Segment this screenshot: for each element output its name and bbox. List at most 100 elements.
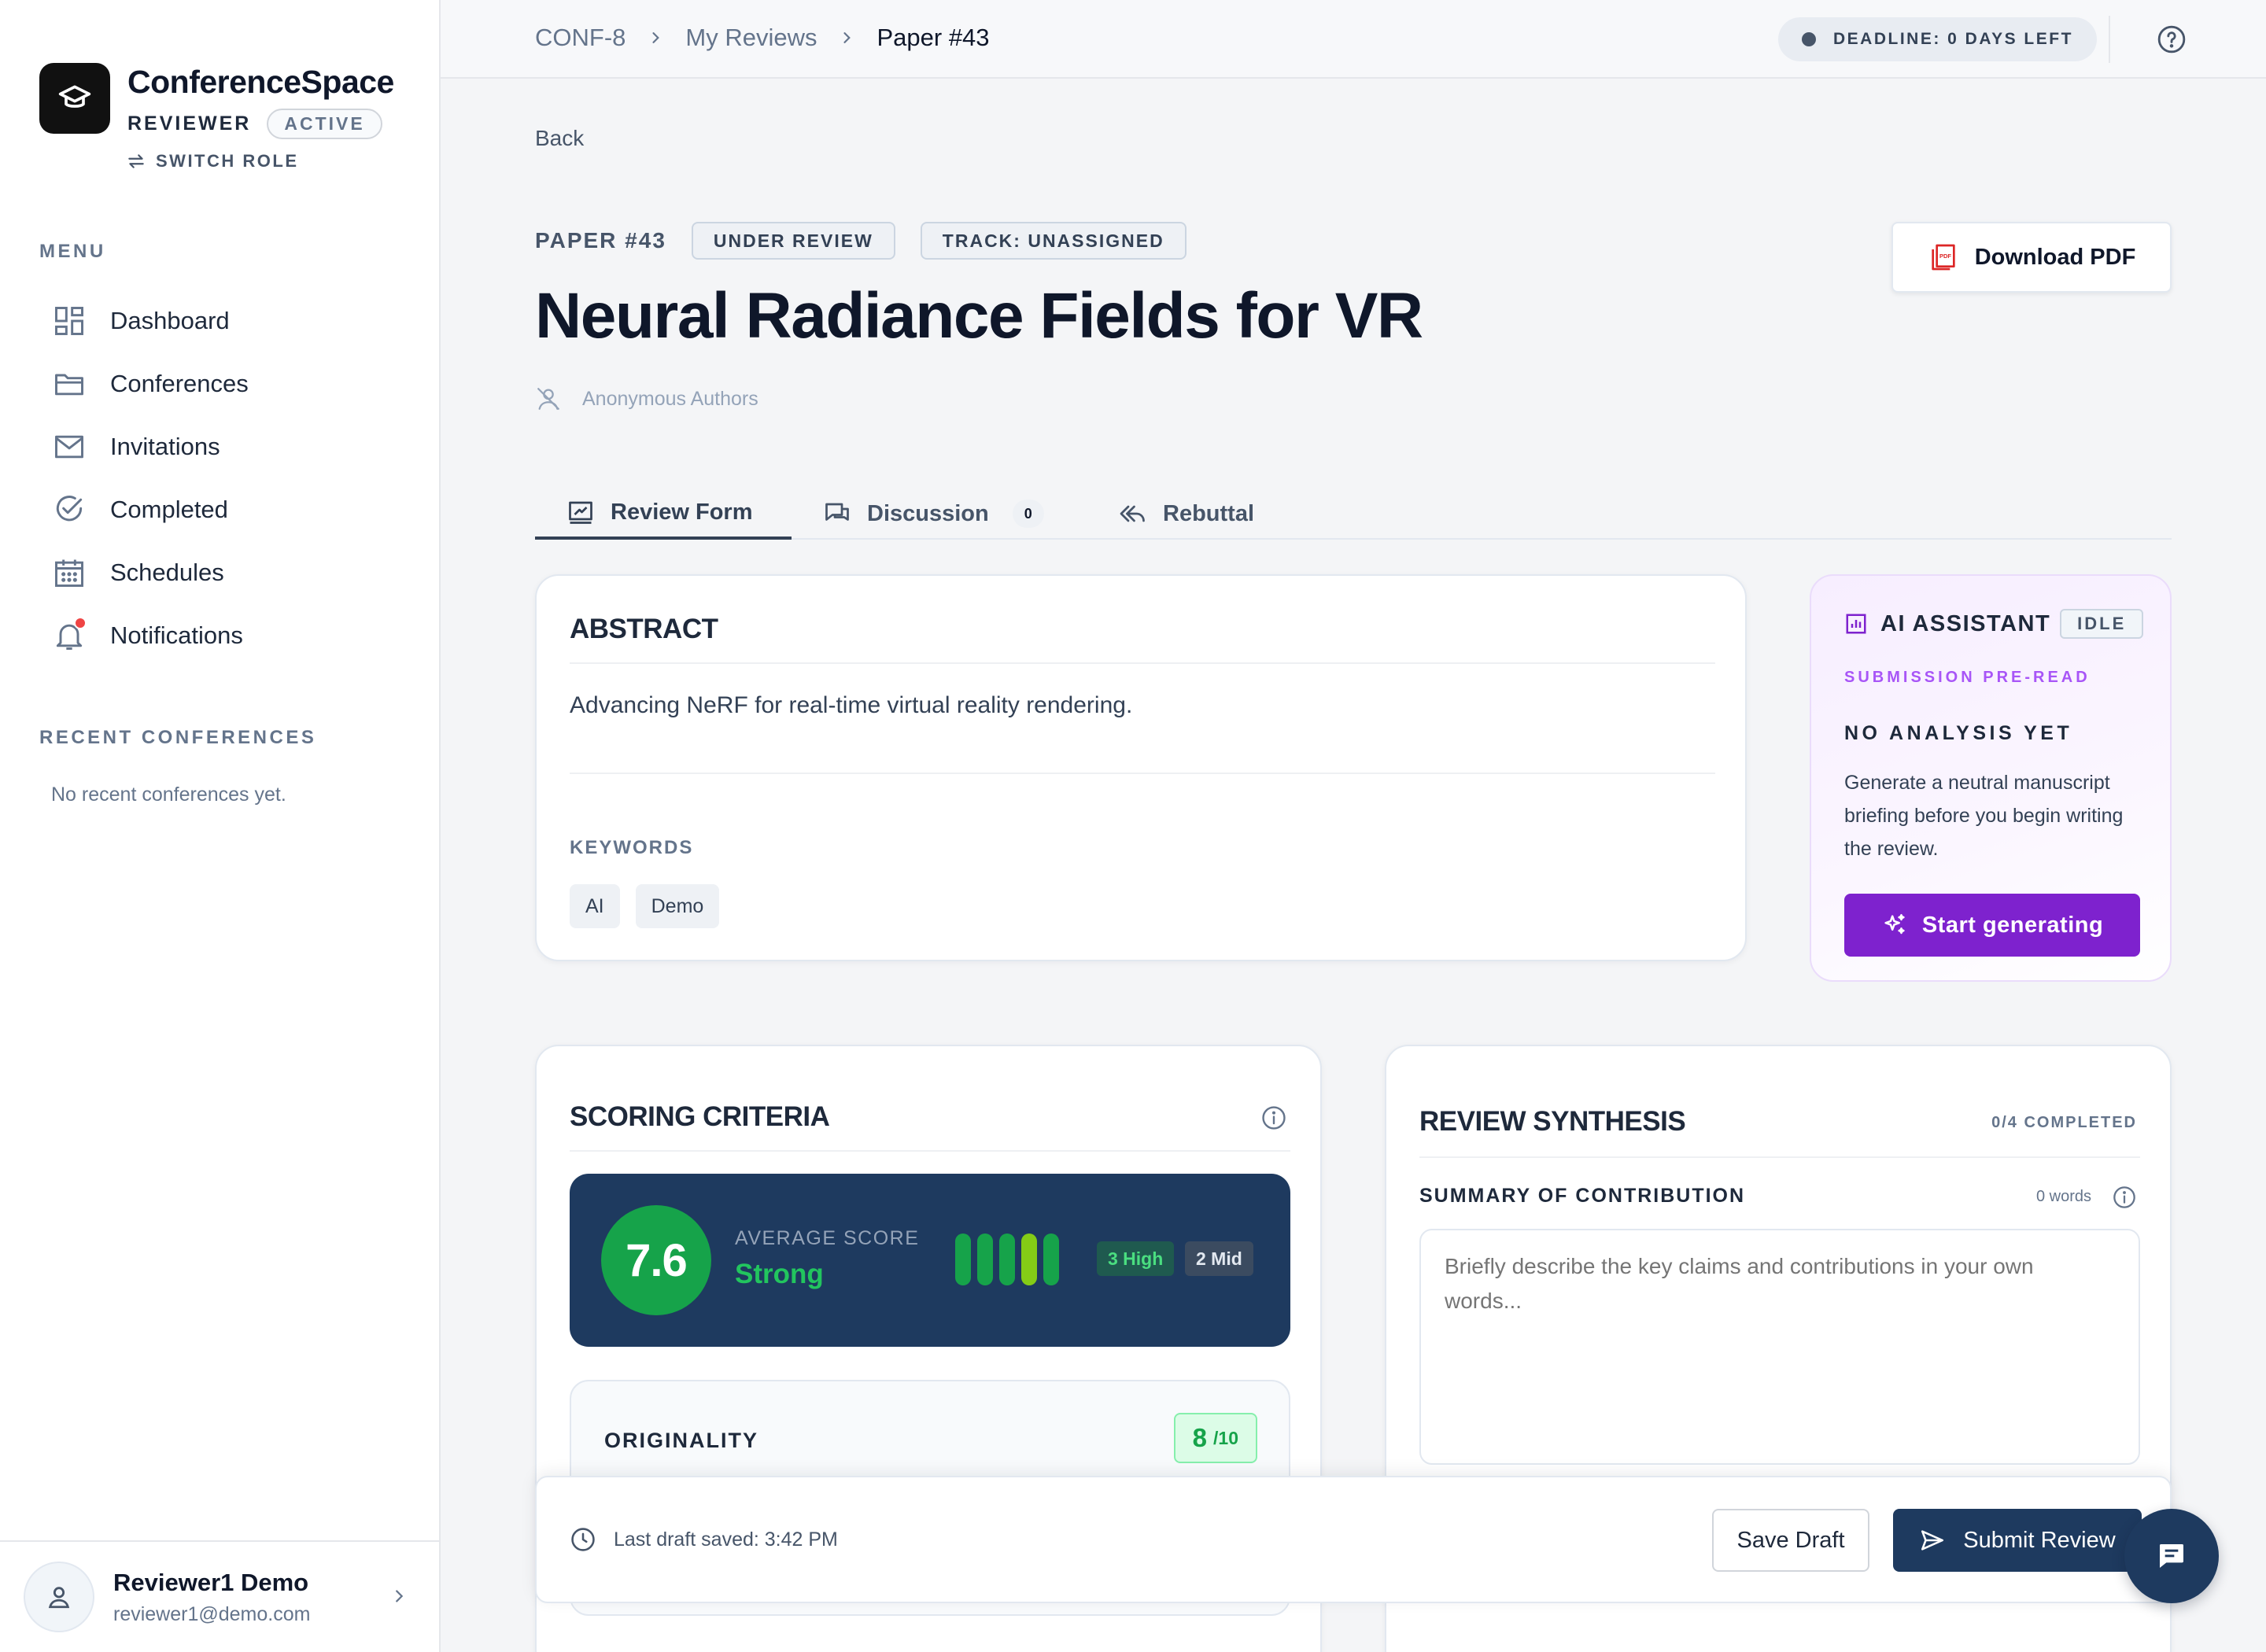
paper-id: PAPER #43 xyxy=(535,228,666,253)
score-bar xyxy=(977,1233,993,1285)
sidebar-item-dashboard[interactable]: Dashboard xyxy=(39,289,409,352)
authors: Anonymous Authors xyxy=(535,385,758,412)
user-name: Reviewer1 Demo xyxy=(113,1568,309,1596)
divider xyxy=(570,662,1715,664)
mail-icon xyxy=(52,430,87,464)
ai-empty-title: NO ANALYSIS YET xyxy=(1844,722,2073,744)
sidebar-item-label: Invitations xyxy=(110,433,220,460)
download-pdf-button[interactable]: PDF Download PDF xyxy=(1891,222,2172,293)
back-link[interactable]: Back xyxy=(535,126,584,151)
menu-section-label: MENU xyxy=(39,241,106,262)
sidebar-nav: Dashboard Conferences Invitations Comple… xyxy=(39,289,409,667)
start-generating-button[interactable]: Start generating xyxy=(1844,894,2140,957)
save-draft-button[interactable]: Save Draft xyxy=(1712,1509,1869,1572)
user-profile-card[interactable]: Reviewer1 Demo reviewer1@demo.com xyxy=(0,1540,439,1652)
sidebar: ConferenceSpace REVIEWER ACTIVE SWITCH R… xyxy=(0,0,441,1652)
deadline-badge: DEADLINE: 0 DAYS LEFT xyxy=(1778,17,2097,61)
mid-count-badge: 2 Mid xyxy=(1185,1241,1253,1276)
switch-role-button[interactable]: SWITCH ROLE xyxy=(126,151,299,171)
synthesis-progress: 0/4 COMPLETED xyxy=(1991,1114,2137,1131)
tab-label: Discussion xyxy=(867,500,989,526)
chevron-right-icon xyxy=(390,1587,408,1605)
swap-arrows-icon xyxy=(128,154,144,168)
sidebar-item-label: Conferences xyxy=(110,370,249,397)
bar-chart-icon xyxy=(1846,614,1866,634)
start-generating-label: Start generating xyxy=(1921,912,2104,938)
synthesis-title: REVIEW SYNTHESIS xyxy=(1419,1106,1686,1137)
average-score-verdict: Strong xyxy=(735,1259,824,1289)
sidebar-item-label: Dashboard xyxy=(110,307,230,334)
chat-bubbles-icon xyxy=(825,503,849,521)
sidebar-item-label: Schedules xyxy=(110,559,224,586)
tab-label: Review Form xyxy=(611,499,753,525)
chat-icon xyxy=(2160,1544,2183,1568)
download-pdf-label: Download PDF xyxy=(1974,244,2136,270)
abstract-title: ABSTRACT xyxy=(570,614,718,644)
notification-alert-dot xyxy=(74,617,87,629)
avatar xyxy=(24,1562,94,1632)
keyword-tag: AI xyxy=(570,884,620,928)
chevron-right-icon xyxy=(839,30,854,46)
score-bar xyxy=(1043,1233,1059,1285)
info-icon[interactable] xyxy=(2112,1185,2137,1210)
deadline-text: DEADLINE: 0 DAYS LEFT xyxy=(1833,30,2073,48)
criterion-score-badge[interactable]: 8 /10 xyxy=(1173,1413,1257,1463)
divider xyxy=(570,773,1715,774)
tab-label: Rebuttal xyxy=(1163,500,1254,526)
tab-review-form[interactable]: Review Form xyxy=(535,488,792,540)
ai-status-badge: IDLE xyxy=(2060,609,2144,639)
score-bar xyxy=(999,1233,1015,1285)
score-distribution-bars xyxy=(955,1233,1065,1285)
calendar-icon xyxy=(52,555,87,590)
authors-label: Anonymous Authors xyxy=(582,387,758,410)
review-form-icon xyxy=(569,501,592,524)
user-hidden-icon xyxy=(537,388,559,410)
graduation-cap-icon xyxy=(39,63,110,134)
status-badge: UNDER REVIEW xyxy=(691,222,895,260)
breadcrumb-item-my-reviews[interactable]: My Reviews xyxy=(685,24,817,52)
sidebar-item-invitations[interactable]: Invitations xyxy=(39,415,409,478)
brand-name: ConferenceSpace xyxy=(127,64,394,100)
switch-role-label: SWITCH ROLE xyxy=(156,151,299,171)
score-bar xyxy=(955,1233,971,1285)
dashboard-icon xyxy=(52,304,87,338)
info-icon[interactable] xyxy=(1260,1104,1287,1131)
clock-icon xyxy=(571,1528,595,1551)
breadcrumb-item-conference[interactable]: CONF-8 xyxy=(535,24,626,52)
tab-discussion[interactable]: Discussion 0 xyxy=(823,488,1044,540)
keywords-label: KEYWORDS xyxy=(570,837,694,858)
chat-fab-button[interactable] xyxy=(2124,1509,2219,1603)
paper-meta: PAPER #43 UNDER REVIEW TRACK: UNASSIGNED xyxy=(535,222,1212,260)
criterion-name: ORIGINALITY xyxy=(604,1429,758,1452)
role-status-badge: ACTIVE xyxy=(267,109,382,139)
brand: ConferenceSpace REVIEWER ACTIVE xyxy=(39,63,394,139)
svg-text:PDF: PDF xyxy=(1939,253,1951,260)
keywords-list: AI Demo xyxy=(570,884,735,928)
sidebar-item-schedules[interactable]: Schedules xyxy=(39,541,409,604)
status-dot xyxy=(1802,32,1816,46)
pdf-file-icon: PDF xyxy=(1932,244,1955,271)
bell-icon xyxy=(52,617,87,653)
average-score-value: 7.6 xyxy=(601,1205,711,1315)
abstract-card: ABSTRACT Advancing NeRF for real-time vi… xyxy=(535,574,1747,961)
tab-rebuttal[interactable]: Rebuttal xyxy=(1119,488,1254,540)
recent-conferences-label: RECENT CONFERENCES xyxy=(39,727,317,748)
keyword-tag: Demo xyxy=(635,884,720,928)
average-score-panel: 7.6 AVERAGE SCORE Strong 3 High 2 Mid xyxy=(570,1174,1290,1347)
sidebar-item-completed[interactable]: Completed xyxy=(39,478,409,541)
abstract-text: Advancing NeRF for real-time virtual rea… xyxy=(570,692,1133,718)
divider xyxy=(1419,1156,2140,1158)
summary-textarea[interactable] xyxy=(1419,1229,2140,1465)
recent-conferences-empty: No recent conferences yet. xyxy=(51,784,286,806)
sparkles-icon xyxy=(1884,913,1905,935)
help-icon[interactable] xyxy=(2156,24,2187,55)
sidebar-item-notifications[interactable]: Notifications xyxy=(39,604,409,667)
summary-field-label: SUMMARY OF CONTRIBUTION xyxy=(1419,1185,1746,1207)
role-label: REVIEWER xyxy=(127,112,252,135)
sidebar-item-conferences[interactable]: Conferences xyxy=(39,352,409,415)
submit-review-button[interactable]: Submit Review xyxy=(1893,1509,2142,1572)
criterion-score-value: 8 xyxy=(1192,1423,1208,1452)
scoring-title: SCORING CRITERIA xyxy=(570,1101,830,1132)
ai-subtitle: SUBMISSION PRE-READ xyxy=(1844,669,2091,686)
sidebar-item-label: Completed xyxy=(110,496,228,523)
